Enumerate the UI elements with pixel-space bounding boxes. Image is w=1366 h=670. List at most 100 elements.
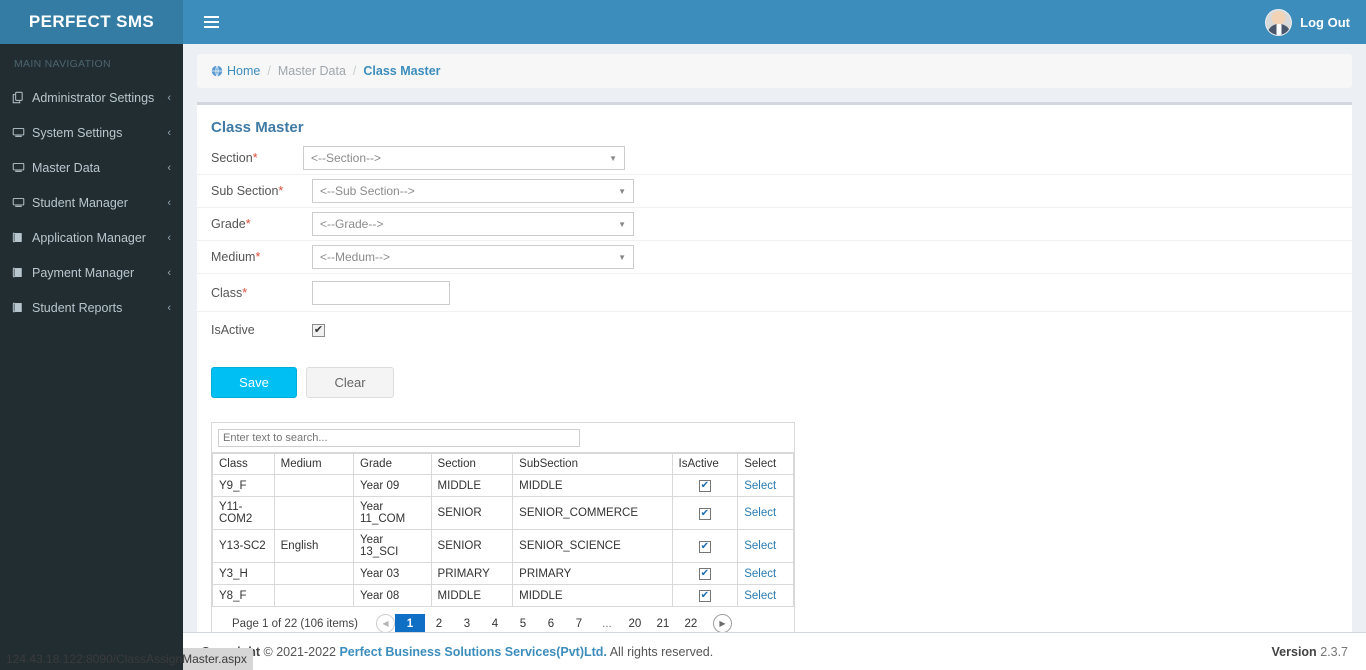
class-table: Class Medium Grade Section SubSection Is… [212, 453, 794, 607]
column-header-grade[interactable]: Grade [353, 453, 432, 475]
column-header-select: Select [737, 453, 794, 475]
hamburger-icon[interactable] [191, 0, 231, 44]
class-label: Class* [211, 285, 248, 300]
pagination-next-button[interactable]: ▶ [712, 614, 732, 633]
row-active-checkbox[interactable]: ✔ [698, 540, 711, 553]
pagination-page-5[interactable]: 5 [509, 614, 537, 633]
table-body: Y9_F Year 09 MIDDLE MIDDLE ✔ Select Y11-… [212, 474, 794, 607]
medium-select[interactable]: <--Medum--> ▼ [312, 245, 634, 269]
section-select[interactable]: <--Section--> ▼ [303, 146, 625, 170]
table-row[interactable]: Y9_F Year 09 MIDDLE MIDDLE ✔ Select [212, 474, 794, 497]
sidebar-item-administrator-settings[interactable]: Administrator Settings ‹ [0, 80, 183, 115]
company-link[interactable]: Perfect Business Solutions Services(Pvt)… [339, 645, 606, 659]
row-active-checkbox[interactable]: ✔ [698, 480, 711, 492]
sidebar-item-label: Administrator Settings [32, 90, 155, 105]
pagination-page-20[interactable]: 20 [621, 614, 649, 633]
column-header-medium[interactable]: Medium [273, 453, 355, 475]
table-row[interactable]: Y11-COM2 Year 11_COM SENIOR SENIOR_COMME… [212, 496, 794, 530]
select-link[interactable]: Select [744, 480, 776, 492]
column-header-class[interactable]: Class [212, 453, 275, 475]
row-active-checkbox[interactable]: ✔ [698, 590, 711, 602]
table-row[interactable]: Y13-SC2 English Year 13_SCI SENIOR SENIO… [212, 529, 794, 563]
column-header-isactive[interactable]: IsActive [671, 453, 739, 475]
rights-text: All rights reserved. [609, 644, 714, 659]
hamburger-bar [203, 26, 219, 28]
section-label: Section* [211, 151, 258, 165]
sidebar-item-master-data[interactable]: Master Data ‹ [0, 150, 183, 185]
pagination-page-21[interactable]: 21 [649, 614, 677, 633]
isactive-checkbox[interactable]: ✔ [312, 323, 325, 337]
cell-subsection: MIDDLE [512, 584, 673, 607]
sub-section-select[interactable]: <--Sub Section--> ▼ [312, 179, 634, 203]
cell-section: SENIOR [430, 529, 514, 563]
cell-select: Select [737, 529, 794, 563]
brand-logo[interactable]: PERFECT SMS [0, 0, 183, 44]
pagination-page-4[interactable]: 4 [481, 614, 509, 633]
select-link[interactable]: Select [744, 540, 776, 552]
cell-medium [273, 496, 355, 530]
cell-isactive: ✔ [671, 496, 739, 530]
table-row[interactable]: Y3_H Year 03 PRIMARY PRIMARY ✔ Select [212, 562, 794, 585]
breadcrumb-separator: / [267, 64, 271, 78]
row-active-checkbox[interactable]: ✔ [698, 568, 711, 580]
chevron-left-icon: ‹ [167, 266, 171, 279]
section-select-value: <--Section--> [311, 151, 382, 165]
chevron-left-icon: ‹ [167, 231, 171, 244]
application-window: PERFECT SMS Log Out MAIN NAVIGATION Admi… [0, 0, 1366, 670]
table-row[interactable]: Y8_F Year 08 MIDDLE MIDDLE ✔ Select [212, 584, 794, 607]
sidebar-item-student-reports[interactable]: Student Reports ‹ [0, 290, 183, 325]
medium-select-value: <--Medum--> [320, 250, 391, 264]
grade-label: Grade* [211, 217, 251, 231]
book-icon [12, 301, 32, 314]
dashboard-globe-icon [211, 65, 223, 77]
breadcrumb-current: Class Master [363, 64, 441, 78]
grade-select[interactable]: <--Grade--> ▼ [312, 212, 634, 236]
pagination-page-7[interactable]: 7 [565, 614, 593, 633]
cell-section: MIDDLE [430, 474, 514, 497]
sidebar-item-payment-manager[interactable]: Payment Manager ‹ [0, 255, 183, 290]
cell-medium [273, 562, 355, 585]
form-row-grade: Grade* <--Grade--> ▼ [197, 208, 1352, 241]
select-link[interactable]: Select [744, 568, 776, 580]
desktop-icon [12, 126, 32, 139]
required-marker: * [252, 151, 258, 165]
cell-section: SENIOR [430, 496, 514, 530]
table-header: Class Medium Grade Section SubSection Is… [212, 453, 794, 475]
chevron-left-icon: ‹ [167, 196, 171, 209]
search-input[interactable] [218, 429, 580, 447]
class-master-form: Section* <--Section--> ▼ Sub Section* <-… [197, 142, 1352, 406]
pagination-page-1[interactable]: 1 [394, 614, 425, 633]
pagination-page-22[interactable]: 22 [677, 614, 705, 633]
cell-class: Y9_F [212, 474, 275, 497]
version-number: 2.3.7 [1320, 644, 1348, 659]
logout-button[interactable]: Log Out [1265, 8, 1366, 36]
sidebar-item-label: Master Data [32, 160, 101, 175]
save-button[interactable]: Save [211, 367, 297, 398]
copyright-years: © 2021-2022 [263, 644, 336, 659]
pagination-page-6[interactable]: 6 [537, 614, 565, 633]
class-master-panel: Class Master Section* <--Section--> ▼ Su… [197, 102, 1352, 641]
row-active-checkbox[interactable]: ✔ [698, 507, 711, 520]
sidebar-item-application-manager[interactable]: Application Manager ‹ [0, 220, 183, 255]
cell-section: PRIMARY [430, 562, 514, 585]
breadcrumb-parent[interactable]: Master Data [278, 64, 346, 78]
sidebar-item-system-settings[interactable]: System Settings ‹ [0, 115, 183, 150]
column-header-subsection[interactable]: SubSection [512, 453, 673, 475]
select-link[interactable]: Select [744, 507, 776, 519]
clear-button[interactable]: Clear [306, 367, 394, 398]
column-header-section[interactable]: Section [430, 453, 514, 475]
cell-grade: Year 13_SCI [353, 529, 432, 563]
chevron-left-icon: ‹ [167, 91, 171, 104]
class-input[interactable] [312, 280, 450, 305]
pagination-page-2[interactable]: 2 [425, 614, 453, 633]
breadcrumb-home-link[interactable]: Home [211, 64, 260, 78]
pagination-page-3[interactable]: 3 [453, 614, 481, 633]
cell-subsection: SENIOR_SCIENCE [512, 529, 673, 563]
sidebar-item-student-manager[interactable]: Student Manager ‹ [0, 185, 183, 220]
pagination-prev-button[interactable]: ◀ [375, 614, 395, 633]
select-link[interactable]: Select [744, 590, 776, 602]
sidebar: MAIN NAVIGATION Administrator Settings ‹… [0, 44, 183, 670]
cell-subsection: MIDDLE [512, 474, 673, 497]
form-row-isactive: IsActive ✔ [197, 312, 1352, 348]
cell-class: Y3_H [212, 562, 275, 585]
